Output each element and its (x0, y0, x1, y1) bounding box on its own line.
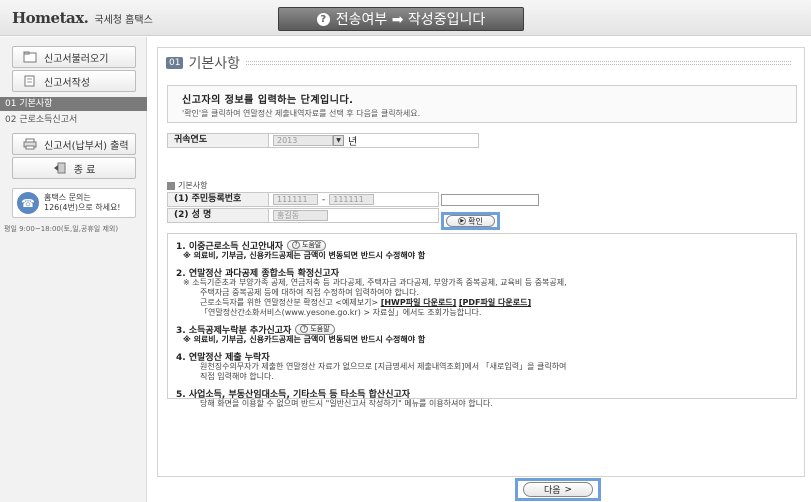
next-label: 다음 (543, 486, 561, 496)
printer-icon (23, 138, 37, 150)
exit-button[interactable]: 종 료 (12, 157, 136, 179)
year-select[interactable]: 2013 ▼ (273, 135, 344, 146)
confirm-label: 확인 (468, 216, 483, 226)
header-bar: Hometax. 국세청 홈택스 ? 전송여부 ➡ 작성중입니다 (0, 0, 811, 36)
notice-item-1-title: 1. 이중근로소득 신고안내자 ? 도움말 (176, 239, 796, 252)
notice-item-5-line: 당해 화면을 이용할 수 없으며 반드시 "일반신고서 작성하기" 메뉴를 이용… (200, 399, 493, 408)
load-return-button[interactable]: 신고서불러오기 (12, 46, 136, 68)
year-row: 귀속연도 2013 ▼ 년 (167, 133, 479, 148)
year-cell: 2013 ▼ 년 (269, 133, 479, 148)
name-row: (2) 성 명 홍길동 (167, 208, 439, 223)
logo-mark: Hometax. (12, 9, 89, 27)
help-hours: 평일 9:00~18:00(토,일,공휴일 제외) (4, 225, 119, 233)
id-dash: - (322, 194, 326, 205)
help-button-1-label: 도움말 (302, 241, 322, 249)
question-icon: ? (292, 241, 301, 249)
question-icon: ? (300, 325, 309, 333)
help-contact-box: ☎ 홈택스 문의는 126(4번)으로 하세요! (12, 188, 136, 218)
step-earned-income[interactable]: 02 근로소득신고서 (0, 113, 147, 127)
square-bullet-icon (167, 181, 175, 190)
step-basic-info[interactable]: 01 기본사항 (0, 97, 147, 111)
notice-item-2-line-1: ※ 소득기준초과 부양가족 공제, 연금저축 등 과다공제, 주택자금 과다공제… (183, 278, 567, 287)
folder-open-icon (23, 51, 37, 63)
chevron-down-icon[interactable]: ▼ (333, 135, 344, 146)
name-label: (2) 성 명 (167, 208, 269, 223)
notice-item-4-line-2: 직접 입력해야 합니다. (200, 372, 274, 381)
help-button-3[interactable]: ? 도움말 (295, 323, 335, 335)
headset-icon: ☎ (17, 192, 39, 214)
pdf-download-link[interactable]: [PDF파일 다운로드] (459, 298, 531, 307)
notice-item-3-line: ※ 의료비, 기부금, 신용카드공제는 금액이 변동되면 반드시 수정해야 함 (183, 335, 426, 344)
basic-info-text: 기본사항 (178, 181, 208, 190)
notice-item-2-example-text: 근로소득자를 위한 연말정산분 확정신고 <예제보기> (200, 298, 379, 307)
status-banner: ? 전송여부 ➡ 작성중입니다 (278, 7, 524, 31)
year-label: 귀속연도 (167, 133, 269, 148)
load-return-label: 신고서불러오기 (44, 53, 109, 65)
exit-label: 종 료 (73, 164, 96, 176)
notice-item-2-line-3: 근로소득자를 위한 연말정산분 확정신고 <예제보기> [HWP파일 다운로드]… (176, 298, 796, 308)
intro-box: 신고자의 정보를 입력하는 단계입니다. '확인'을 클릭하여 연말정산 제출내… (167, 85, 797, 123)
confirm-button-highlight: ▶ 확인 (441, 212, 500, 230)
help-button-3-label: 도움말 (310, 325, 330, 333)
write-return-label: 신고서작성 (44, 77, 90, 89)
intro-main-text: 신고자의 정보를 입력하는 단계입니다. (182, 95, 354, 106)
section-number: 01 (166, 57, 184, 69)
help-line-2: 126(4번)으로 하세요! (44, 203, 121, 212)
id-number-row: (1) 주민등록번호 111111 - 111111 (167, 192, 539, 207)
next-button[interactable]: 다음 > (523, 482, 593, 497)
basic-info-label: 기본사항 (167, 180, 207, 191)
question-icon: ? (316, 12, 330, 26)
notice-item-2-line-2: 주택자금 중복공제 등에 대하여 직접 수정하여 입력하여야 합니다. (200, 288, 420, 297)
id-extra-input[interactable] (441, 193, 539, 206)
hometax-logo[interactable]: Hometax. 국세청 홈택스 (12, 6, 153, 30)
name-cell: 홍길동 (269, 208, 439, 223)
notice-item-4-line-1: 원천징수의무자가 제출한 연말정산 자료가 없으므로 [지급명세서 제출내역조회… (200, 362, 567, 371)
notice-item-1-text: 1. 이중근로소득 신고안내자 (176, 241, 284, 252)
notice-item-2-line-4: 「연말정산간소화서비스(www.yesone.go.kr) > 자료실」에서도 … (200, 308, 482, 317)
exit-door-icon (53, 162, 66, 174)
content-frame: 01 기본사항 신고자의 정보를 입력하는 단계입니다. '확인'을 클릭하여 … (157, 47, 805, 477)
help-line-1: 홈택스 문의는 (44, 193, 91, 202)
notice-item-4-title: 4. 연말정산 제출 누락자 (176, 352, 270, 363)
section-title: 기본사항 (188, 56, 240, 72)
id-front-input[interactable]: 111111 (273, 194, 318, 205)
logo-text: 국세청 홈택스 (94, 14, 153, 26)
chevron-right-icon: > (564, 484, 573, 495)
print-return-button[interactable]: 신고서(납부서) 출력 (12, 133, 136, 155)
main-content: 01 기본사항 신고자의 정보를 입력하는 단계입니다. '확인'을 클릭하여 … (148, 37, 811, 502)
write-return-button[interactable]: 신고서작성 (12, 70, 136, 92)
next-button-highlight: 다음 > (515, 478, 601, 501)
name-input[interactable]: 홍길동 (273, 210, 328, 221)
hwp-download-link[interactable]: [HWP파일 다운로드] (381, 298, 457, 307)
notice-item-3-title: 3. 소득공제누락분 추가신고자 ? 도움말 (176, 323, 796, 336)
play-circle-icon: ▶ (458, 217, 467, 225)
notice-item-3-text: 3. 소득공제누락분 추가신고자 (176, 325, 292, 336)
id-number-label: (1) 주민등록번호 (167, 192, 269, 207)
status-text: 전송여부 ➡ 작성중입니다 (335, 12, 486, 28)
confirm-button[interactable]: ▶ 확인 (446, 215, 495, 227)
section-header: 01 기본사항 (166, 53, 240, 73)
print-return-label: 신고서(납부서) 출력 (44, 140, 129, 152)
notice-item-2-title: 2. 연말정산 과다공제 종합소득 확정신고자 (176, 268, 339, 279)
sidebar: 신고서불러오기 신고서작성 01 기본사항 02 근로소득신고서 신고서(납부서… (0, 37, 147, 502)
notice-box: 1. 이중근로소득 신고안내자 ? 도움말 ※ 의료비, 기부금, 신용카드공제는… (167, 233, 797, 408)
notice-item-1-line: ※ 의료비, 기부금, 신용카드공제는 금액이 변동되면 반드시 수정해야 함 (183, 251, 426, 260)
year-value: 2013 (273, 135, 333, 146)
year-unit: 년 (348, 137, 358, 148)
id-back-input[interactable]: 111111 (329, 194, 375, 205)
help-contact-text: 홈택스 문의는 126(4번)으로 하세요! (44, 193, 121, 213)
section-divider (246, 61, 791, 65)
id-number-cell: 111111 - 111111 (269, 192, 439, 207)
notice-item-5-title: 5. 사업소득, 부동산임대소득, 기타소득 등 타소득 합산신고자 (176, 389, 411, 400)
document-edit-icon (24, 75, 35, 87)
intro-sub-text: '확인'을 클릭하여 연말정산 제출내역자료를 선택 후 다음을 클릭하세요. (182, 109, 421, 118)
help-button-1[interactable]: ? 도움말 (287, 239, 327, 251)
